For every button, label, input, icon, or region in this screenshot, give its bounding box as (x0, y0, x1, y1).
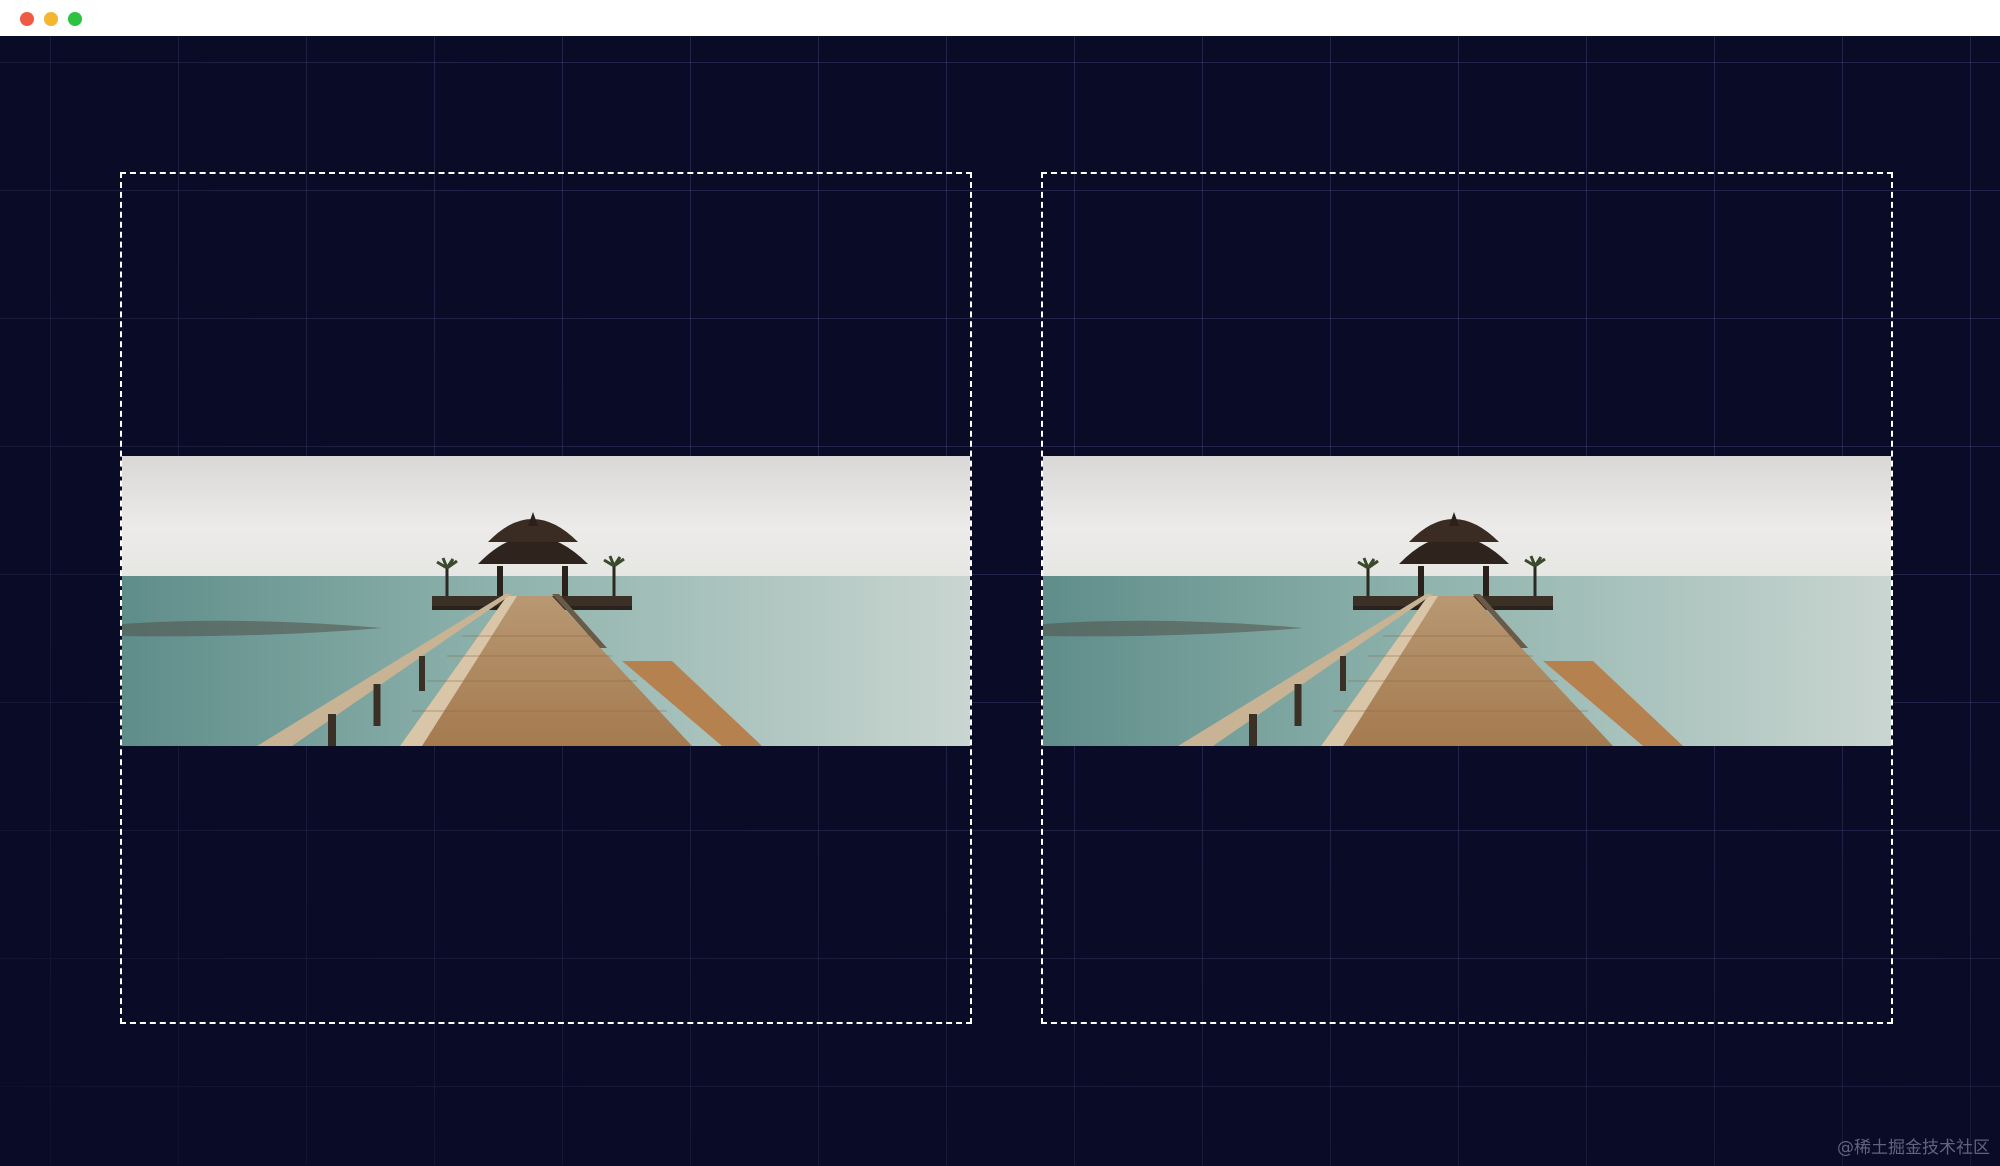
grid-canvas: @稀土掘金技术社区 (0, 36, 2000, 1166)
pier-photo-graphic (122, 456, 970, 746)
image-container-left (120, 172, 972, 1024)
image-container-right (1041, 172, 1893, 1024)
pier-photo-right (1043, 456, 1891, 746)
app-window: @稀土掘金技术社区 (0, 0, 2000, 1166)
pier-photo-left (122, 456, 970, 746)
watermark: @稀土掘金技术社区 (1837, 1138, 1990, 1158)
close-window-button[interactable] (20, 12, 34, 26)
minimize-window-button[interactable] (44, 12, 58, 26)
pier-photo-graphic (1043, 456, 1891, 746)
maximize-window-button[interactable] (68, 12, 82, 26)
window-titlebar (0, 0, 2000, 36)
